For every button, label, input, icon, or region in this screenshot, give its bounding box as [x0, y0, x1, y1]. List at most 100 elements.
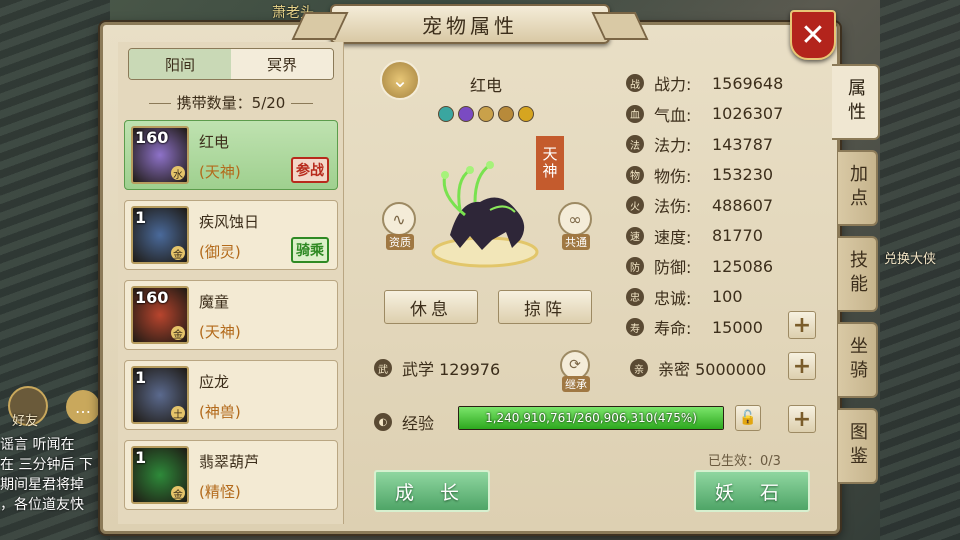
stat-value: 153230	[712, 165, 774, 185]
chat-bubble-icon[interactable]: …	[66, 390, 100, 424]
carry-count: 携带数量：5/20	[118, 92, 344, 113]
chat-line: 谣言 听闻在	[0, 437, 75, 453]
exp-plus-button[interactable]: +	[788, 405, 816, 433]
stat-label: 寿命:	[654, 319, 692, 339]
pet-level: 1	[135, 368, 147, 387]
intimacy-row: 亲 亲密 5000000	[630, 356, 766, 380]
stat-row: 火法伤: 488607	[626, 190, 826, 221]
stat-label: 物伤:	[654, 166, 692, 186]
pet-list-name: 魔童	[199, 293, 230, 311]
pet-card[interactable]: 1 土应龙 (神兽)	[124, 360, 338, 430]
lock-icon[interactable]: 🔓	[735, 405, 761, 431]
stat-row: 速速度: 81770	[626, 221, 826, 252]
martial-icon: 武	[374, 359, 392, 377]
stat-row: 忠忠诚: 100	[626, 282, 826, 313]
pet-card[interactable]: 160 金魔童 (天神)	[124, 280, 338, 350]
pet-portrait: 1土	[131, 366, 189, 424]
lifespan-plus-button[interactable]: +	[788, 311, 816, 339]
chat-log: 谣言 听闻在在 三分钟后 下期间星君将掉 ，各位道友快	[0, 434, 100, 514]
pet-list-name: 疾风蚀日	[199, 213, 260, 231]
side-tab[interactable]: 坐骑	[838, 322, 878, 398]
stat-value: 100	[712, 287, 743, 307]
pet-portrait: 1金	[131, 206, 189, 264]
rest-button[interactable]: 休息	[384, 290, 478, 324]
aptitude-button[interactable]: ∿	[382, 202, 416, 236]
martial-value: 武学 129976	[402, 360, 501, 379]
stat-value: 488607	[712, 195, 774, 215]
stat-label: 忠诚:	[654, 288, 692, 308]
stat-icon: 血	[626, 104, 644, 123]
pet-list-type: (御灵)	[199, 243, 241, 261]
close-button[interactable]: ✕	[790, 10, 836, 60]
pet-model	[431, 161, 539, 268]
realm-tabs: 阳间 冥界	[128, 48, 334, 80]
stat-label: 气血:	[654, 105, 692, 125]
martial-row: 武 武学 129976	[374, 356, 500, 380]
intimacy-value: 亲密 5000000	[658, 360, 767, 379]
side-tab[interactable]: 属性	[832, 64, 880, 140]
pet-level: 160	[135, 288, 169, 307]
chat-line: 期间星君将掉	[0, 477, 84, 493]
exp-row: ◐ 经验	[374, 410, 434, 434]
chevron-down-icon[interactable]: ⌄	[380, 60, 420, 100]
element-badge: 金	[171, 486, 185, 501]
stat-label: 法伤:	[654, 197, 692, 217]
element-badge: 金	[171, 326, 185, 341]
window-title: 宠物属性	[330, 4, 610, 44]
skill-icon[interactable]	[518, 106, 534, 122]
stats-list: 战战力: 1569648 血气血: 1026307 法法力: 143787 物物伤: 1532…	[626, 68, 826, 343]
stat-icon: 寿	[626, 318, 644, 337]
chat-line: 在 三分钟后 下	[0, 457, 93, 473]
side-tab[interactable]: 加点	[838, 150, 878, 226]
status-stamp: 骑乘	[291, 237, 329, 263]
status-stamp: 参战	[291, 157, 329, 183]
pet-card[interactable]: 1 金疾风蚀日 (御灵) 骑乘	[124, 200, 338, 270]
pet-portrait: 160 水	[131, 126, 189, 184]
stat-row: 血气血: 1026307	[626, 99, 826, 130]
stat-icon: 法	[626, 135, 644, 154]
pet-list-panel: 阳间 冥界 携带数量：5/20 160 水红电 (天神) 参战 1 金疾风蚀日 (御灵) 骑乘 1…	[118, 42, 344, 524]
pet-card[interactable]: 160 水红电 (天神) 参战	[124, 120, 338, 190]
background-roofs-right	[880, 0, 960, 540]
skill-icon[interactable]	[438, 106, 454, 122]
pet-portrait: 160 金	[131, 286, 189, 344]
stat-label: 法力:	[654, 136, 692, 156]
grow-button[interactable]: 成 长	[374, 470, 490, 512]
friend-label: 好友	[12, 414, 39, 429]
share-button[interactable]: ∞	[558, 202, 592, 236]
exp-label: 经验	[402, 414, 435, 433]
stat-icon: 忠	[626, 287, 644, 306]
skill-icon[interactable]	[478, 106, 494, 122]
stat-value: 15000	[712, 317, 763, 337]
pet-list-name: 红电	[199, 133, 230, 151]
pet-card[interactable]: 1 金翡翠葫芦 (精怪)	[124, 440, 338, 510]
stat-row: 物物伤: 153230	[626, 160, 826, 191]
aptitude-label: 资质	[386, 234, 414, 250]
stat-value: 1569648	[712, 73, 784, 93]
lineup-button[interactable]: 掠阵	[498, 290, 592, 324]
realm-tab-yang[interactable]: 阳间	[129, 49, 231, 79]
intimacy-icon: 亲	[630, 359, 648, 377]
pet-level: 1	[135, 208, 147, 227]
stat-icon: 战	[626, 74, 644, 93]
stat-row: 法法力: 143787	[626, 129, 826, 160]
effect-count: 已生效：0/3	[708, 454, 781, 469]
stat-row: 防防御: 125086	[626, 251, 826, 282]
stat-label: 战力:	[654, 75, 692, 95]
side-tab[interactable]: 图鉴	[838, 408, 878, 484]
stat-value: 143787	[712, 134, 774, 154]
skill-icon[interactable]	[458, 106, 474, 122]
side-tab[interactable]: 技能	[838, 236, 878, 312]
intimacy-plus-button[interactable]: +	[788, 352, 816, 380]
stat-icon: 速	[626, 226, 644, 245]
demon-stone-button[interactable]: 妖 石	[694, 470, 810, 512]
realm-tab-ming[interactable]: 冥界	[231, 49, 333, 79]
pet-portrait: 1金	[131, 446, 189, 504]
share-label: 共通	[562, 234, 590, 250]
stat-icon: 物	[626, 165, 644, 184]
pet-list-type: (天神)	[199, 163, 241, 181]
stat-label: 速度:	[654, 227, 692, 247]
skill-icon[interactable]	[498, 106, 514, 122]
pet-list-type: (天神)	[199, 323, 241, 341]
sign-text: 兑换大侠	[884, 252, 937, 267]
